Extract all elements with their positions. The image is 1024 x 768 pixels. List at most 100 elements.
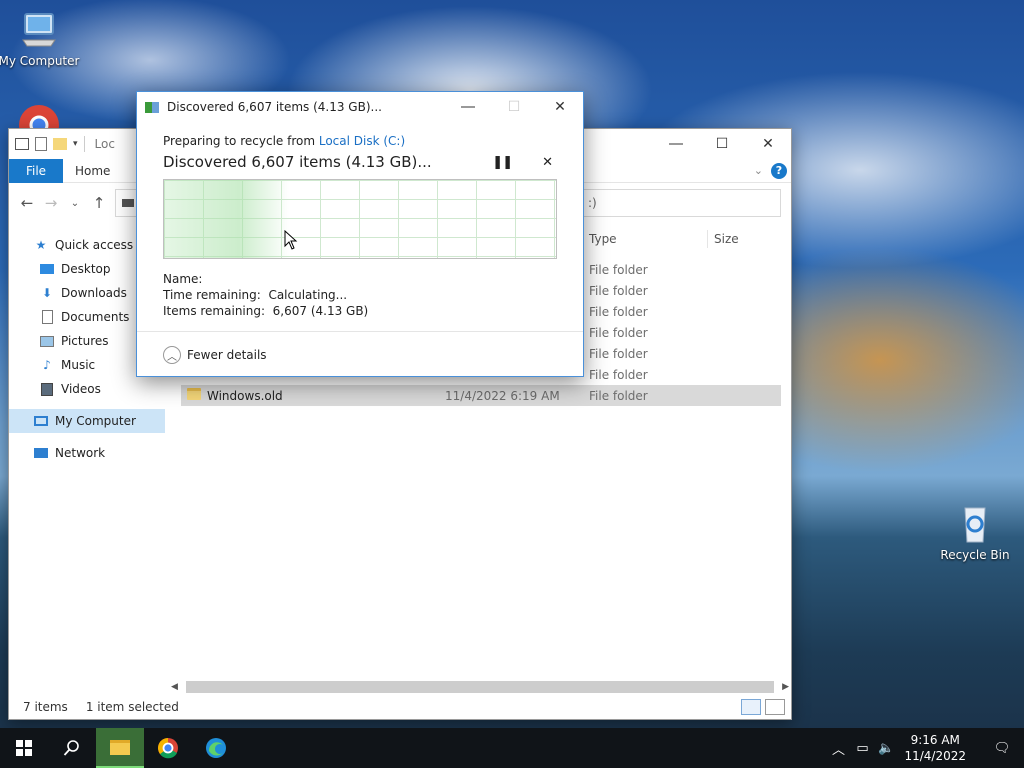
scroll-left-icon[interactable]: ◀ [171, 682, 178, 692]
notification-icon[interactable]: 🗨 [980, 741, 1024, 756]
recycle-bin-icon [953, 504, 997, 544]
taskbar-edge[interactable] [192, 728, 240, 768]
scroll-right-icon[interactable]: ▶ [782, 682, 789, 692]
progress-heading: Discovered 6,607 items (4.13 GB)... ❚❚ ✕ [163, 153, 557, 171]
properties-icon[interactable] [35, 137, 47, 151]
nav-label: Videos [61, 382, 101, 396]
dialog-body: Preparing to recycle from Local Disk (C:… [163, 134, 557, 319]
close-button[interactable]: ✕ [537, 92, 583, 122]
download-icon: ⬇ [41, 286, 53, 300]
recent-locations-button[interactable]: ⌄ [63, 198, 87, 209]
search-input[interactable]: :) [583, 189, 781, 217]
desktop-icon-label: Recycle Bin [940, 548, 1010, 562]
search-button[interactable] [48, 728, 96, 768]
chevron-down-icon[interactable]: ▾ [73, 139, 78, 149]
up-button[interactable]: ↑ [87, 194, 111, 212]
file-type: File folder [589, 304, 648, 319]
items-remaining: Items remaining: 6,607 (4.13 GB) [163, 304, 369, 318]
volume-icon[interactable]: 🔈 [874, 741, 898, 756]
chevron-down-icon[interactable]: ⌄ [754, 164, 763, 177]
file-type: File folder [589, 367, 648, 382]
recycle-progress-dialog: Discovered 6,607 items (4.13 GB)... ― ☐ … [136, 91, 584, 377]
column-divider[interactable] [707, 230, 708, 248]
chevron-up-icon[interactable]: ︿ [826, 739, 850, 758]
nav-label: Desktop [61, 262, 111, 276]
clock[interactable]: 9:16 AM 11/4/2022 [904, 732, 966, 764]
horizontal-scrollbar[interactable]: ◀ ▶ [169, 679, 791, 695]
large-icons-view-button[interactable] [765, 699, 785, 715]
table-row-selected[interactable]: Windows.old 11/4/2022 6:19 AM File folde… [181, 385, 781, 406]
nav-label: Music [61, 358, 96, 372]
tab-file[interactable]: File [9, 158, 63, 183]
dialog-title: Discovered 6,607 items (4.13 GB)... [167, 100, 382, 114]
desktop-icon-my-computer[interactable]: My Computer [0, 10, 82, 68]
desktop-icon [39, 261, 55, 277]
new-folder-icon[interactable] [53, 138, 67, 150]
time-remaining: Time remaining: Calculating... [163, 288, 348, 302]
progress-fill [164, 180, 290, 258]
source-link[interactable]: Local Disk (C:) [319, 134, 405, 148]
file-date: 11/4/2022 6:19 AM [445, 388, 560, 403]
progress-details: Name: Time remaining: Calculating... Ite… [163, 271, 557, 319]
progress-graph [163, 179, 557, 259]
close-icon[interactable]: ✕ [542, 155, 553, 170]
fewer-details-button[interactable]: ︿ Fewer details [163, 346, 267, 364]
divider [83, 136, 85, 152]
back-button[interactable]: ← [15, 194, 39, 212]
system-tray: ︿ ▭ 🔈 9:16 AM 11/4/2022 🗨 [826, 728, 1024, 768]
star-icon: ★ [35, 238, 47, 252]
computer-icon [33, 413, 49, 429]
computer-icon [17, 10, 61, 50]
mouse-cursor-icon [284, 229, 298, 253]
desktop-icon-label: My Computer [0, 54, 80, 68]
desktop-icon-recycle-bin[interactable]: Recycle Bin [932, 504, 1018, 562]
edge-icon [206, 738, 226, 758]
minimize-button[interactable]: ― [445, 92, 491, 122]
file-type: File folder [589, 283, 648, 298]
fewer-details-label: Fewer details [187, 348, 267, 362]
search-icon [63, 740, 79, 756]
nav-videos[interactable]: Videos [9, 377, 165, 401]
details-view-button[interactable] [741, 699, 761, 715]
clock-time: 9:16 AM [910, 733, 960, 747]
nav-network[interactable]: Network [9, 441, 165, 465]
explorer-app-icon [15, 138, 29, 150]
tab-home[interactable]: Home [63, 164, 122, 178]
search-placeholder: :) [588, 196, 597, 210]
preparing-text: Preparing to recycle from [163, 134, 319, 148]
taskbar-chrome[interactable] [144, 728, 192, 768]
source-line: Preparing to recycle from Local Disk (C:… [163, 134, 557, 148]
maximize-button: ☐ [507, 99, 521, 115]
item-count: 7 items [23, 700, 68, 714]
help-icon[interactable]: ? [771, 162, 787, 179]
music-icon: ♪ [43, 358, 51, 372]
folder-icon [187, 388, 201, 400]
taskbar-file-explorer[interactable] [96, 728, 144, 768]
minimize-button[interactable]: ― [653, 129, 699, 159]
start-button[interactable] [0, 728, 48, 768]
file-type: File folder [589, 388, 648, 403]
file-name: Windows.old [207, 388, 283, 403]
drive-icon [122, 199, 134, 207]
scrollbar-thumb[interactable] [185, 681, 775, 693]
network-icon[interactable]: ▭ [850, 741, 874, 756]
chevron-up-icon: ︿ [163, 346, 181, 364]
file-type: File folder [589, 325, 648, 340]
nav-label: Downloads [61, 286, 127, 300]
videos-icon [39, 381, 55, 397]
clock-date: 11/4/2022 [904, 749, 966, 763]
maximize-button[interactable]: ☐ [699, 129, 745, 159]
selection-count: 1 item selected [85, 700, 179, 714]
nav-my-computer[interactable]: My Computer [9, 409, 165, 433]
column-size[interactable]: Size [714, 232, 784, 246]
file-type: File folder [589, 262, 648, 277]
nav-label: Documents [61, 310, 130, 324]
document-icon [39, 309, 55, 325]
column-type[interactable]: Type [589, 232, 707, 246]
column-headers: Type Size [589, 229, 784, 249]
pause-icon[interactable]: ❚❚ [492, 155, 513, 170]
chrome-desktop-icon[interactable] [18, 104, 60, 128]
close-button[interactable]: ✕ [745, 129, 791, 159]
forward-button[interactable]: → [39, 194, 63, 212]
folder-icon [110, 739, 130, 755]
